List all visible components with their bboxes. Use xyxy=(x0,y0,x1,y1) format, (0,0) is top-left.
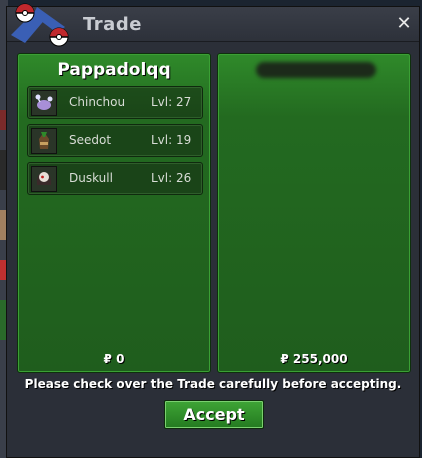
redacted-partner-name xyxy=(256,62,376,78)
duskull-sprite-icon xyxy=(31,166,57,192)
close-icon[interactable]: ✕ xyxy=(395,15,413,33)
accept-button[interactable]: Accept xyxy=(164,400,264,429)
item-level: Lvl: 27 xyxy=(151,95,192,109)
title-bar[interactable]: Trade ✕ xyxy=(7,3,419,47)
trade-window: Trade ✕ Pappadolqq Chinchou Lvl: 27 Seed… xyxy=(6,3,420,458)
owner-name: Pappadolqq xyxy=(57,60,171,80)
trade-item-duskull[interactable]: Duskull Lvl: 26 xyxy=(27,162,203,195)
money-amount: ₽ 0 xyxy=(103,352,125,366)
trade-notice: Please check over the Trade carefully be… xyxy=(24,377,402,391)
item-level: Lvl: 19 xyxy=(151,133,192,147)
chinchou-sprite-icon xyxy=(31,90,57,116)
window-title: Trade xyxy=(83,14,142,35)
pokeball-logo-icon xyxy=(11,3,69,47)
money-amount: ₽ 255,000 xyxy=(280,352,348,366)
item-name: Chinchou xyxy=(69,95,126,109)
seedot-sprite-icon xyxy=(31,128,57,154)
trade-item-seedot[interactable]: Seedot Lvl: 19 xyxy=(27,124,203,157)
trade-item-chinchou[interactable]: Chinchou Lvl: 27 xyxy=(27,86,203,119)
item-name: Seedot xyxy=(69,133,112,147)
my-offer-panel: Pappadolqq Chinchou Lvl: 27 Seedot Lvl: … xyxy=(17,53,211,373)
partner-offer-panel: ₽ 255,000 xyxy=(217,53,411,373)
item-level: Lvl: 26 xyxy=(151,171,192,185)
item-name: Duskull xyxy=(69,171,113,185)
